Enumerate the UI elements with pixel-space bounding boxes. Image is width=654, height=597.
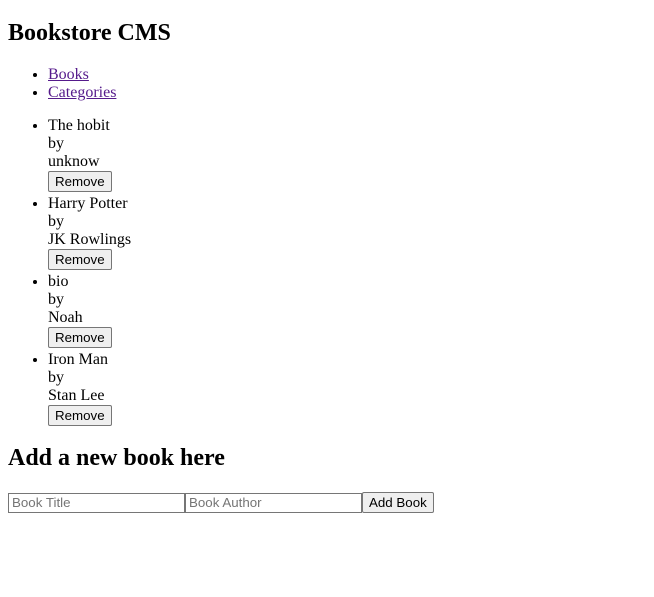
- nav-item-categories: Categories: [48, 84, 646, 102]
- book-author: unknow: [48, 153, 100, 170]
- book-author: Stan Lee: [48, 387, 105, 404]
- page-title: Bookstore CMS: [8, 20, 171, 46]
- add-book-form: Add Book: [8, 492, 646, 513]
- remove-book-button[interactable]: Remove: [48, 249, 112, 270]
- remove-book-button[interactable]: Remove: [48, 171, 112, 192]
- book-item: The hobit by unknow Remove: [48, 117, 646, 192]
- book-by: by: [48, 213, 64, 230]
- book-author: Noah: [48, 309, 83, 326]
- page: Bookstore CMS Books Categories The hobit…: [0, 19, 654, 513]
- add-book-button[interactable]: Add Book: [362, 492, 434, 513]
- remove-book-button[interactable]: Remove: [48, 327, 112, 348]
- book-item: bio by Noah Remove: [48, 273, 646, 348]
- book-title-input[interactable]: [8, 492, 185, 513]
- nav-link-categories[interactable]: Categories: [48, 84, 116, 101]
- book-by: by: [48, 369, 64, 386]
- add-book-heading: Add a new book here: [8, 445, 225, 471]
- nav-list: Books Categories: [8, 66, 646, 102]
- book-author: JK Rowlings: [48, 231, 132, 248]
- book-title: Harry Potter: [48, 195, 128, 212]
- book-title: Iron Man: [48, 351, 108, 368]
- remove-book-button[interactable]: Remove: [48, 405, 112, 426]
- book-title: bio: [48, 273, 69, 290]
- book-item: Harry Potter by JK Rowlings Remove: [48, 195, 646, 270]
- book-by: by: [48, 291, 64, 308]
- book-author-input[interactable]: [185, 492, 362, 513]
- book-list: The hobit by unknow Remove Harry Potter …: [8, 117, 646, 426]
- book-item: Iron Man by Stan Lee Remove: [48, 351, 646, 426]
- book-by: by: [48, 135, 64, 152]
- nav-item-books: Books: [48, 66, 646, 84]
- book-title: The hobit: [48, 117, 110, 134]
- nav-link-books[interactable]: Books: [48, 66, 89, 83]
